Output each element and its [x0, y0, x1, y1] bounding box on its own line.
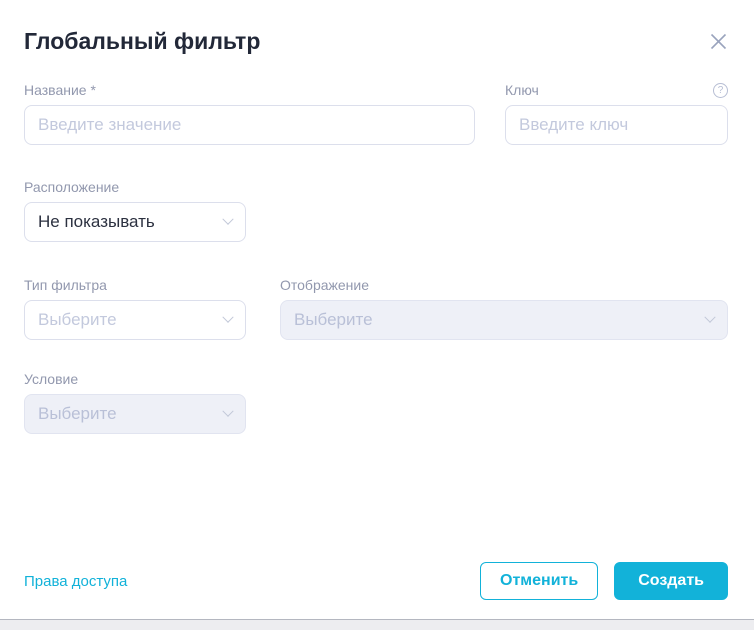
cancel-button[interactable]: Отменить [480, 562, 598, 600]
help-circle-icon[interactable]: ? [713, 83, 728, 98]
display-select: Выберите [280, 300, 728, 340]
key-input[interactable] [505, 105, 728, 145]
display-placeholder: Выберите [294, 310, 373, 330]
location-selected-value: Не показывать [38, 212, 155, 232]
global-filter-modal: Глобальный фильтр Название * [0, 0, 754, 630]
name-input[interactable] [24, 105, 475, 145]
field-condition: Условие Выберите [24, 371, 246, 434]
key-label: Ключ [505, 82, 539, 99]
field-location: Расположение Не показывать [24, 179, 246, 242]
close-button[interactable] [708, 31, 728, 51]
name-label: Название * [24, 82, 96, 99]
access-rights-link[interactable]: Права доступа [24, 573, 127, 590]
filter-type-placeholder: Выберите [38, 310, 117, 330]
dialog-header: Глобальный фильтр [24, 0, 728, 56]
modal-sheet: Глобальный фильтр Название * [0, 0, 754, 620]
chevron-down-icon [222, 214, 233, 225]
close-icon [710, 33, 727, 50]
condition-select: Выберите [24, 394, 246, 434]
field-key: Ключ ? [505, 82, 728, 145]
chevron-down-icon [222, 406, 233, 417]
condition-placeholder: Выберите [38, 404, 117, 424]
field-name: Название * [24, 82, 475, 145]
dialog-title: Глобальный фильтр [24, 26, 260, 56]
chevron-down-icon [222, 312, 233, 323]
condition-label: Условие [24, 371, 78, 388]
chevron-down-icon [704, 312, 715, 323]
page-backdrop [0, 620, 754, 630]
field-filter-type: Тип фильтра Выберите [24, 277, 246, 340]
dialog-footer: Права доступа Отменить Создать [24, 562, 728, 600]
display-label: Отображение [280, 277, 369, 294]
filter-type-select[interactable]: Выберите [24, 300, 246, 340]
create-button[interactable]: Создать [614, 562, 728, 600]
location-label: Расположение [24, 179, 119, 196]
location-select[interactable]: Не показывать [24, 202, 246, 242]
field-display: Отображение Выберите [280, 277, 728, 340]
filter-type-label: Тип фильтра [24, 277, 107, 294]
